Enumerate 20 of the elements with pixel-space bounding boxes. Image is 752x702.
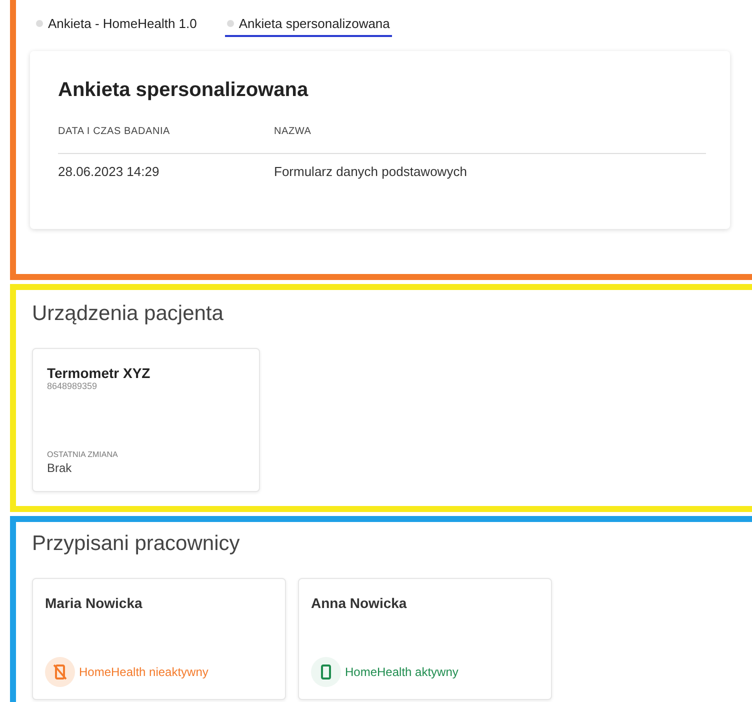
table-cell: Formularz danych podstawowych (274, 154, 490, 189)
survey-tab[interactable]: Ankieta - HomeHealth 1.0 (34, 10, 199, 37)
staff-card[interactable]: Anna Nowicka HomeHealth aktywny (298, 578, 552, 700)
last-change-label: OSTATNIA ZMIANA (47, 450, 119, 459)
section-title: Przypisani pracownicy (32, 532, 241, 556)
column-header: NAZWA (274, 126, 490, 154)
card-title: Ankieta spersonalizowana (58, 79, 310, 102)
table-cell: 28.06.2023 14:29 (58, 154, 274, 189)
device-card[interactable]: Termometr XYZ 8648989359 OSTATNIA ZMIANA Brak (32, 348, 260, 492)
survey-tab[interactable]: Ankieta spersonalizowana (224, 10, 392, 37)
app-status: HomeHealth aktywny (345, 665, 458, 679)
staff-name: Anna Nowicka (311, 595, 408, 611)
last-change-value: Brak (47, 461, 73, 475)
section-title: Urządzenia pacjenta (32, 302, 224, 326)
staff-card[interactable]: Maria Nowicka HomeHealth nieaktywny (32, 578, 286, 700)
column-header: DATA I CZAS BADANIA (58, 126, 274, 154)
staff-name: Maria Nowicka (45, 595, 144, 611)
device-name: Termometr XYZ (47, 365, 152, 381)
device-serial: 8648989359 (47, 381, 98, 391)
app-status: HomeHealth nieaktywny (79, 665, 208, 679)
